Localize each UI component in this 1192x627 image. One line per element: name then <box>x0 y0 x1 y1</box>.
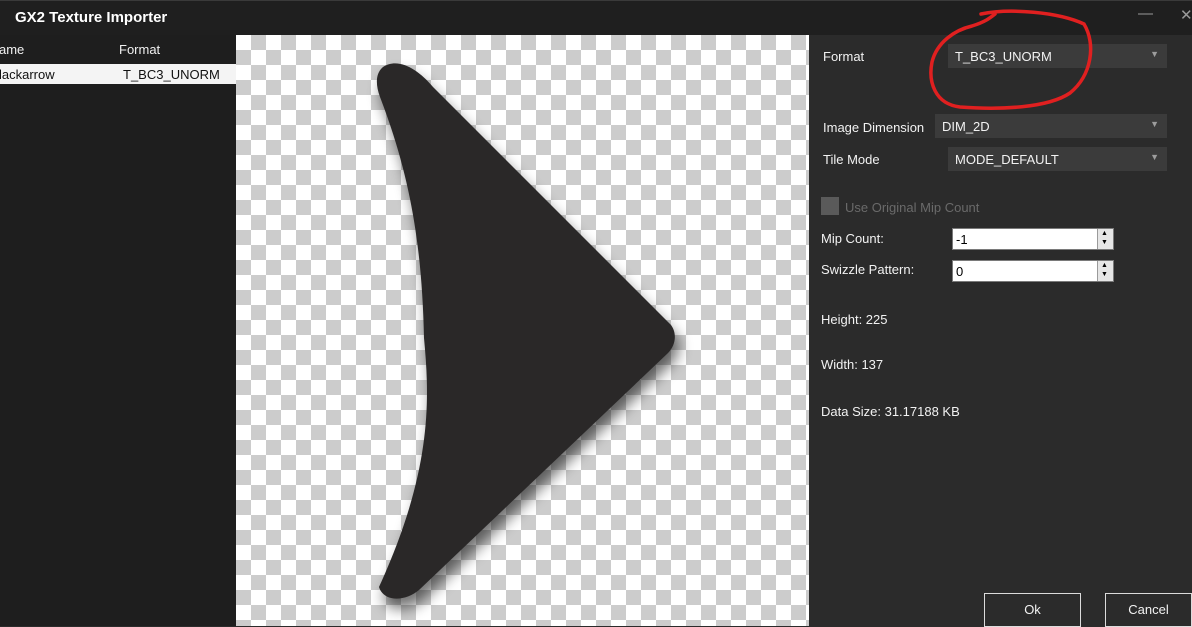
use-original-mip-label: Use Original Mip Count <box>845 200 980 215</box>
spin-down-icon[interactable]: ▼ <box>1101 239 1108 247</box>
name-column-header[interactable]: ame <box>0 42 24 57</box>
minimize-icon[interactable]: — <box>1138 5 1153 22</box>
use-original-mip-checkbox[interactable] <box>821 197 839 215</box>
format-column-header[interactable]: Format <box>119 42 160 57</box>
swizzle-pattern-label: Swizzle Pattern: <box>821 262 915 277</box>
data-size-info: Data Size: 31.17188 KB <box>821 404 960 419</box>
texture-preview <box>236 35 809 626</box>
tile-mode-value: MODE_DEFAULT <box>955 152 1059 167</box>
texture-format: T_BC3_UNORM <box>123 67 220 82</box>
mip-count-spin-buttons[interactable]: ▲ ▼ <box>1097 229 1113 249</box>
tile-mode-dropdown[interactable]: MODE_DEFAULT ▼ <box>948 147 1167 171</box>
ok-button[interactable]: Ok <box>984 593 1081 627</box>
arrow-texture-image <box>376 63 679 609</box>
spin-up-icon[interactable]: ▲ <box>1101 230 1108 238</box>
mip-count-label: Mip Count: <box>821 231 884 246</box>
tile-mode-label: Tile Mode <box>823 152 880 167</box>
image-dimension-value: DIM_2D <box>942 119 990 134</box>
list-header: ame Format <box>0 35 236 64</box>
mip-count-stepper[interactable]: -1 ▲ ▼ <box>952 228 1114 250</box>
close-icon[interactable]: ✕ <box>1180 6 1192 24</box>
format-label: Format <box>823 49 865 64</box>
spin-up-icon[interactable]: ▲ <box>1101 262 1108 270</box>
chevron-down-icon: ▼ <box>1150 119 1159 129</box>
mip-count-value: -1 <box>956 232 968 247</box>
height-info: Height: 225 <box>821 312 888 327</box>
chevron-down-icon: ▼ <box>1150 152 1159 162</box>
chevron-down-icon: ▼ <box>1150 49 1159 59</box>
format-dropdown[interactable]: T_BC3_UNORM ▼ <box>948 44 1167 68</box>
list-item[interactable]: lackarrow T_BC3_UNORM <box>0 64 236 84</box>
texture-list: ame Format lackarrow T_BC3_UNORM <box>0 35 236 626</box>
width-info: Width: 137 <box>821 357 884 372</box>
window-title: GX2 Texture Importer <box>15 9 168 26</box>
swizzle-pattern-value: 0 <box>956 264 964 279</box>
image-dimension-label: Image Dimension <box>823 120 925 135</box>
image-dimension-dropdown[interactable]: DIM_2D ▼ <box>935 114 1167 138</box>
settings-panel: Format T_BC3_UNORM ▼ Image Dimension DIM… <box>809 35 1192 627</box>
swizzle-pattern-stepper[interactable]: 0 ▲ ▼ <box>952 260 1114 282</box>
swizzle-spin-buttons[interactable]: ▲ ▼ <box>1097 261 1113 281</box>
spin-down-icon[interactable]: ▼ <box>1101 271 1108 279</box>
cancel-button[interactable]: Cancel <box>1105 593 1192 627</box>
format-value: T_BC3_UNORM <box>955 49 1052 64</box>
texture-name: lackarrow <box>0 67 55 82</box>
title-bar: GX2 Texture Importer — ✕ <box>0 0 1192 35</box>
